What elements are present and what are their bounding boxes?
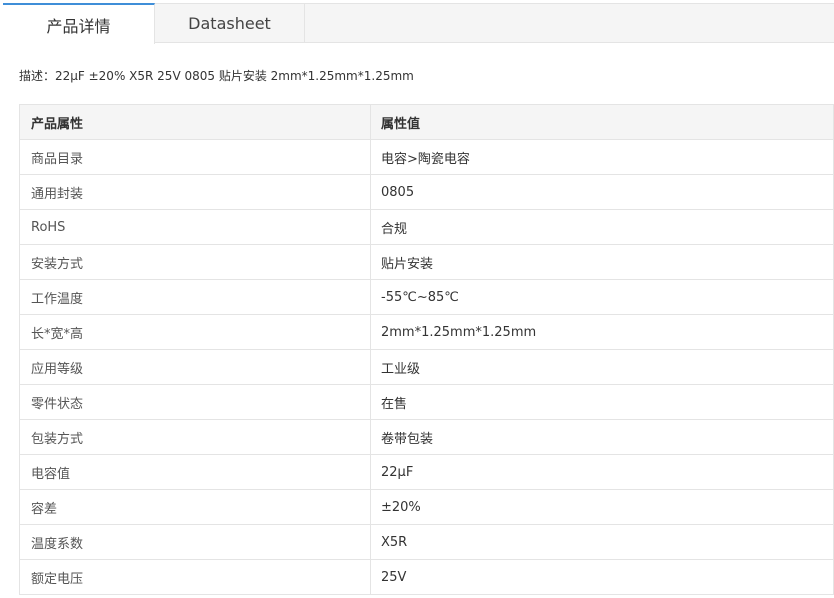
attribute-value: 合规 — [370, 209, 834, 245]
table-row: 长*宽*高 2mm*1.25mm*1.25mm — [19, 314, 834, 350]
table-row: 商品目录 电容>陶瓷电容 — [19, 139, 834, 175]
table-row: 温度系数 X5R — [19, 524, 834, 560]
tab-datasheet[interactable]: Datasheet — [155, 3, 305, 43]
table-row: 包装方式 卷带包装 — [19, 419, 834, 455]
attribute-value: X5R — [370, 524, 834, 560]
table-row: 电容值 22μF — [19, 454, 834, 490]
attribute-name: 应用等级 — [19, 349, 371, 385]
table-row: 工作温度 -55℃~85℃ — [19, 279, 834, 315]
header-attribute-value: 属性值 — [370, 104, 834, 140]
table-row: 安装方式 贴片安装 — [19, 244, 834, 280]
tab-bar: 产品详情 Datasheet — [3, 3, 834, 44]
attribute-name: 商品目录 — [19, 139, 371, 175]
table-row: 零件状态 在售 — [19, 384, 834, 420]
attribute-name: 容差 — [19, 489, 371, 525]
attribute-table: 产品属性 属性值 商品目录 电容>陶瓷电容 通用封装 0805 RoHS 合规 … — [19, 104, 834, 595]
attribute-name: 安装方式 — [19, 244, 371, 280]
attribute-name: 通用封装 — [19, 174, 371, 210]
attribute-name: 额定电压 — [19, 559, 371, 595]
attribute-value: 22μF — [370, 454, 834, 490]
table-row: 通用封装 0805 — [19, 174, 834, 210]
attribute-value: 贴片安装 — [370, 244, 834, 280]
attribute-value: 电容>陶瓷电容 — [370, 139, 834, 175]
attribute-value: -55℃~85℃ — [370, 279, 834, 315]
attribute-name: 工作温度 — [19, 279, 371, 315]
attribute-value: 2mm*1.25mm*1.25mm — [370, 314, 834, 350]
attribute-value: 25V — [370, 559, 834, 595]
table-row: 应用等级 工业级 — [19, 349, 834, 385]
product-description: 描述：22μF ±20% X5R 25V 0805 贴片安装 2mm*1.25m… — [19, 69, 414, 83]
attribute-name: 电容值 — [19, 454, 371, 490]
attribute-name: 温度系数 — [19, 524, 371, 560]
tab-product-details[interactable]: 产品详情 — [3, 3, 155, 44]
attribute-name: 零件状态 — [19, 384, 371, 420]
attribute-name: RoHS — [19, 209, 371, 245]
table-header-row: 产品属性 属性值 — [19, 104, 834, 140]
attribute-value: 工业级 — [370, 349, 834, 385]
table-row: RoHS 合规 — [19, 209, 834, 245]
attribute-name: 包装方式 — [19, 419, 371, 455]
attribute-value: 0805 — [370, 174, 834, 210]
attribute-value: 卷带包装 — [370, 419, 834, 455]
attribute-value: 在售 — [370, 384, 834, 420]
header-attribute-name: 产品属性 — [19, 104, 371, 140]
table-row: 额定电压 25V — [19, 559, 834, 595]
attribute-name: 长*宽*高 — [19, 314, 371, 350]
attribute-value: ±20% — [370, 489, 834, 525]
product-detail-page: 产品详情 Datasheet 描述：22μF ±20% X5R 25V 0805… — [0, 0, 834, 598]
table-row: 容差 ±20% — [19, 489, 834, 525]
